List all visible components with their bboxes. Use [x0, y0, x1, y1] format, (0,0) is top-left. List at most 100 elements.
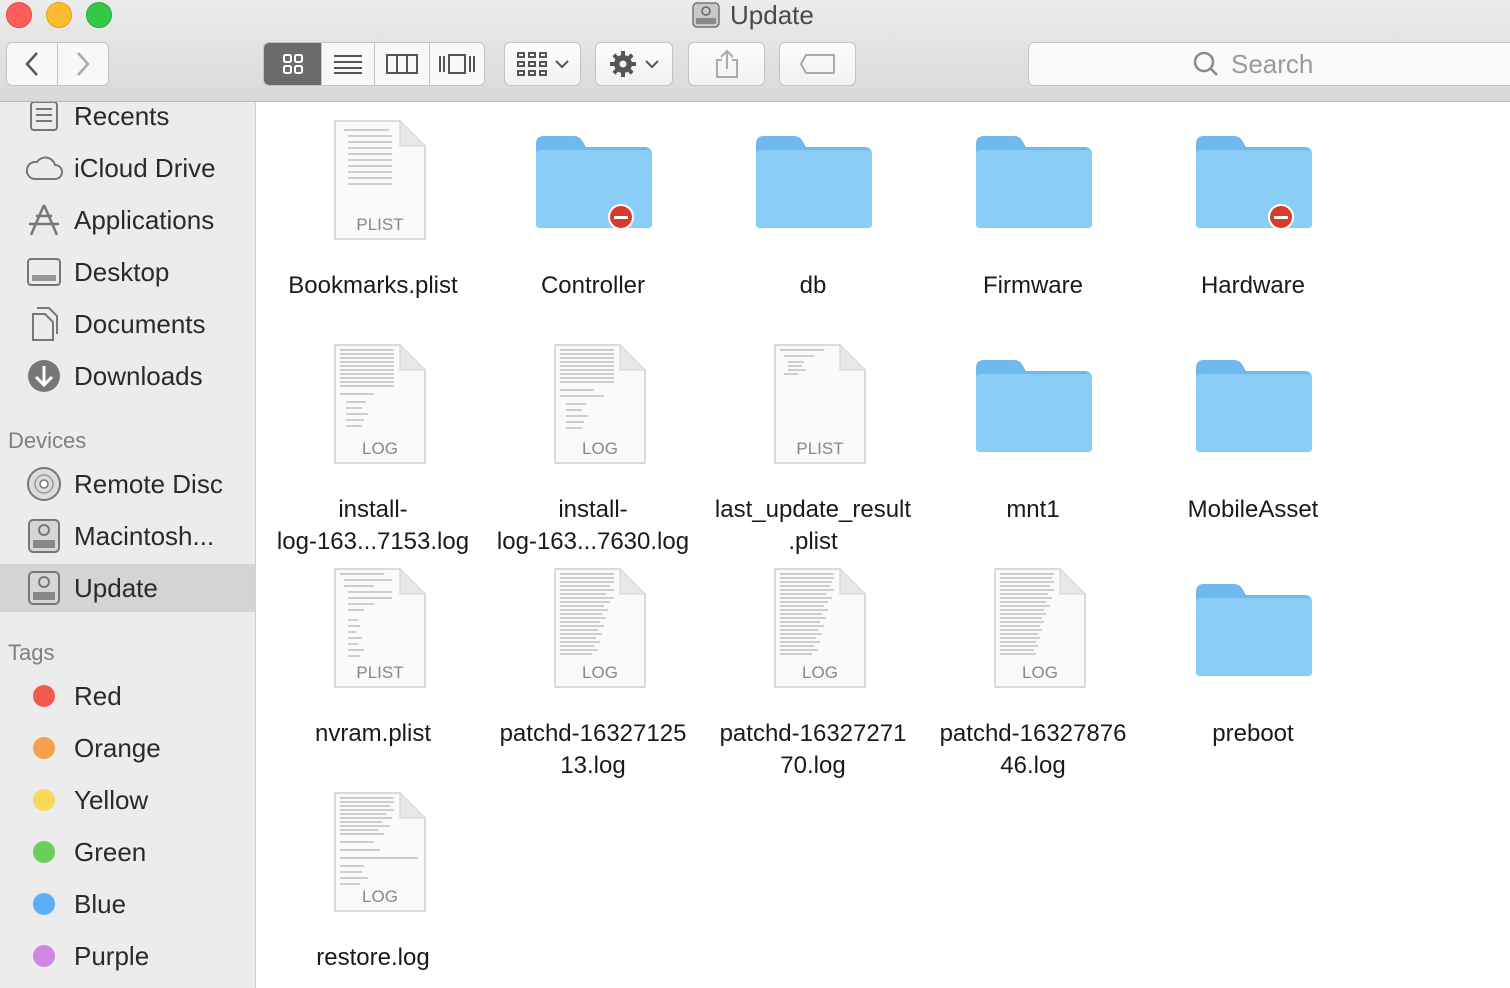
minimize-window-button[interactable]	[46, 2, 72, 28]
file-name: Bookmarks.plist	[288, 272, 458, 299]
folder-item[interactable]: mnt1	[923, 344, 1143, 526]
file-item[interactable]: PLIST nvram.plist	[263, 568, 483, 750]
devices-header: Devices	[8, 428, 87, 453]
sidebar-item-recents[interactable]: Recents	[0, 102, 255, 140]
search-field[interactable]	[1028, 42, 1510, 86]
svg-text:PLIST: PLIST	[356, 215, 403, 234]
file-item[interactable]: PLIST Bookmarks.plist	[263, 120, 483, 302]
log-document-icon: LOG	[994, 568, 1086, 688]
window-title: Update	[692, 0, 814, 30]
sidebar: Recents iCloud Drive Applications Deskto…	[0, 102, 256, 988]
sidebar-item-documents[interactable]: Documents	[0, 300, 255, 348]
file-item[interactable]: LOG install-log-163...7630.log	[483, 344, 703, 558]
documents-icon	[24, 304, 64, 344]
folder-icon	[756, 136, 872, 228]
folder-item[interactable]: Firmware	[923, 120, 1143, 302]
sidebar-tag-green[interactable]: Green	[0, 828, 255, 876]
cover-flow-icon	[438, 54, 475, 74]
sidebar-item-label: Applications	[74, 204, 215, 235]
arrange-button[interactable]	[504, 42, 581, 86]
edit-tags-button[interactable]	[779, 42, 856, 86]
sidebar-item-update[interactable]: Update	[0, 564, 255, 612]
folder-item[interactable]: MobileAsset	[1143, 344, 1363, 526]
sidebar-item-label: Orange	[74, 732, 161, 763]
share-icon	[715, 49, 738, 78]
sidebar-item-label: Remote Disc	[74, 468, 223, 499]
sidebar-tag-blue[interactable]: Blue	[0, 880, 255, 928]
sidebar-item-remote-disc[interactable]: Remote Disc	[0, 460, 255, 508]
sidebar-item-applications[interactable]: Applications	[0, 196, 255, 244]
action-button[interactable]	[595, 42, 673, 86]
svg-text:PLIST: PLIST	[356, 663, 403, 682]
back-button[interactable]	[7, 43, 58, 85]
cover-flow-view-button[interactable]	[430, 43, 484, 85]
folder-icon	[1196, 360, 1312, 452]
file-name: patchd-16327271 70.log	[719, 720, 907, 779]
folder-item[interactable]: preboot	[1143, 568, 1363, 750]
finder-toolbar: Update	[0, 0, 1510, 102]
log-document-icon: LOG	[554, 344, 646, 464]
recents-icon	[24, 102, 64, 136]
sidebar-tag-red[interactable]: Red	[0, 672, 255, 720]
sidebar-tag-orange[interactable]: Orange	[0, 724, 255, 772]
sidebar-item-label: Blue	[74, 888, 127, 919]
file-item[interactable]: LOG restore.log	[263, 792, 483, 974]
column-view-button[interactable]	[375, 43, 430, 85]
sidebar-tag-purple[interactable]: Purple	[0, 932, 255, 980]
file-name: patchd-16327876 46.log	[939, 720, 1127, 779]
folder-icon	[1196, 136, 1312, 228]
nav-buttons	[6, 42, 109, 86]
file-name: restore.log	[316, 944, 430, 971]
log-document-icon: LOG	[334, 792, 426, 912]
svg-text:LOG: LOG	[1022, 663, 1058, 682]
file-item[interactable]: LOG patchd-16327876 46.log	[923, 568, 1143, 782]
tag-dot-icon	[33, 737, 55, 759]
folder-icon	[536, 136, 652, 228]
file-name: install-log-163...7630.log	[496, 496, 690, 555]
folder-item[interactable]: Hardware	[1143, 120, 1363, 302]
sidebar-item-label: Documents	[74, 308, 206, 339]
log-document-icon: LOG	[554, 568, 646, 688]
forward-button[interactable]	[58, 43, 108, 85]
file-item[interactable]: LOG install-log-163...7153.log	[263, 344, 483, 558]
folder-icon	[976, 136, 1092, 228]
icon-view-button[interactable]	[264, 43, 323, 85]
plist-document-icon: PLIST	[774, 344, 866, 464]
file-item[interactable]: PLIST last_update_result .plist	[703, 344, 923, 558]
tag-dot-icon	[33, 789, 55, 811]
file-item[interactable]: LOG patchd-16327271 70.log	[703, 568, 923, 782]
applications-icon	[24, 200, 64, 240]
sidebar-item-desktop[interactable]: Desktop	[0, 248, 255, 296]
file-name: mnt1	[1006, 496, 1060, 523]
sidebar-tag-yellow[interactable]: Yellow	[0, 776, 255, 824]
search-input[interactable]	[1229, 47, 1353, 81]
tag-dot-icon	[33, 893, 55, 915]
sidebar-item-label: Desktop	[74, 256, 170, 287]
zoom-window-button[interactable]	[86, 2, 112, 28]
close-window-button[interactable]	[6, 2, 32, 28]
svg-text:LOG: LOG	[582, 663, 618, 682]
chevron-down-icon	[554, 60, 569, 69]
folder-item[interactable]: db	[703, 120, 923, 302]
sidebar-item-macintosh-hd[interactable]: Macintosh...	[0, 512, 255, 560]
file-name: Controller	[540, 272, 646, 299]
log-document-icon: LOG	[334, 344, 426, 464]
share-button[interactable]	[688, 42, 765, 86]
plist-document-icon: PLIST	[334, 120, 426, 240]
file-name: nvram.plist	[314, 720, 432, 747]
tag-dot-icon	[33, 945, 55, 967]
sidebar-item-label: Macintosh...	[74, 520, 215, 551]
sidebar-item-icloud-drive[interactable]: iCloud Drive	[0, 144, 255, 192]
chevron-left-icon	[25, 52, 38, 76]
file-item[interactable]: LOG patchd-16327125 13.log	[483, 568, 703, 782]
folder-icon	[1196, 584, 1312, 676]
list-view-button[interactable]	[322, 43, 376, 85]
list-view-icon	[334, 55, 363, 74]
downloads-icon	[24, 356, 64, 396]
sidebar-item-downloads[interactable]: Downloads	[0, 352, 255, 400]
drive-icon	[692, 2, 720, 28]
drive-icon	[24, 568, 64, 608]
svg-text:LOG: LOG	[362, 439, 398, 458]
folder-item[interactable]: Controller	[483, 120, 703, 302]
cloud-icon	[24, 148, 64, 188]
